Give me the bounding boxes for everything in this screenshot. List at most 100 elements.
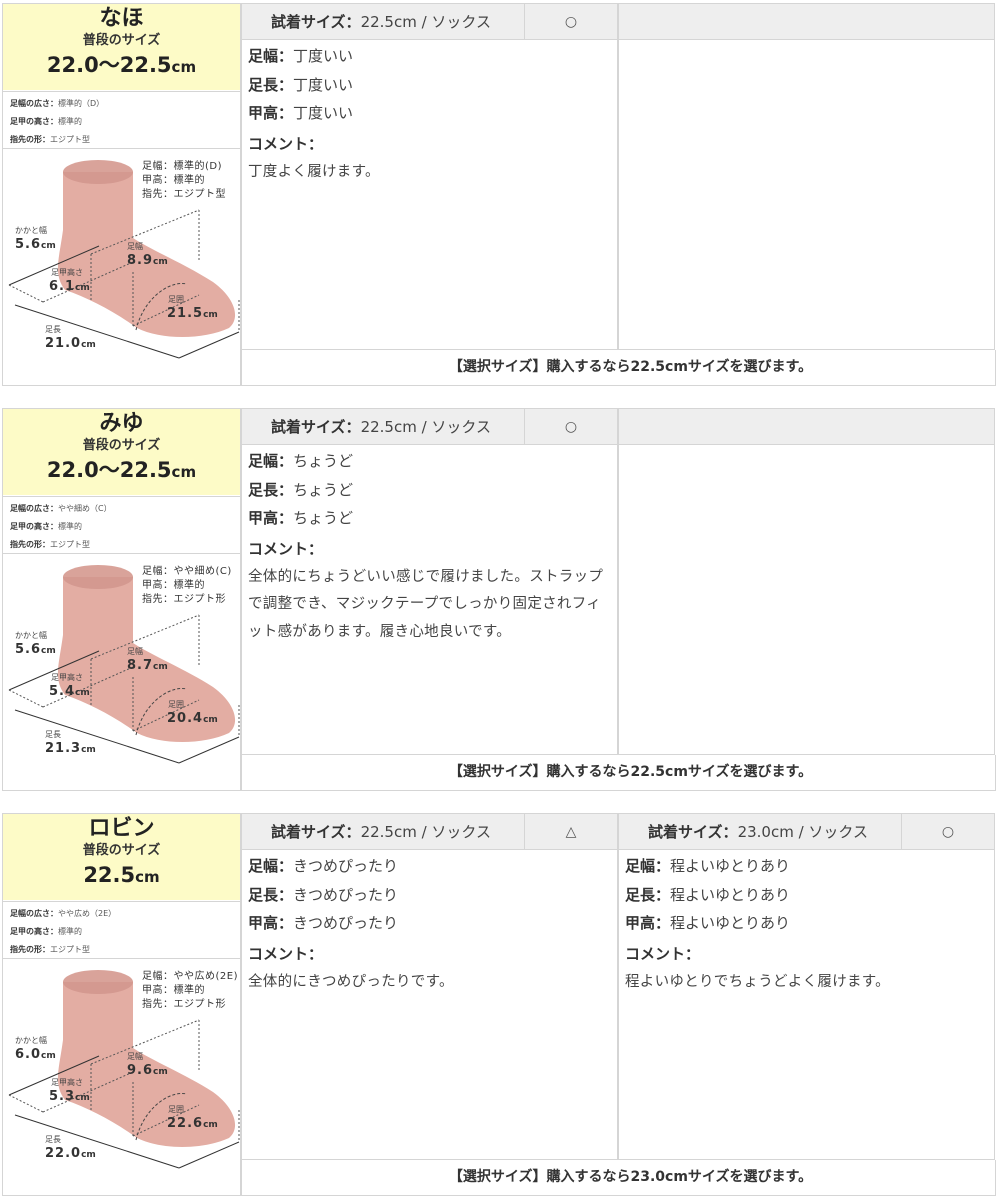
review-block: なほ普段のサイズ 22.0〜22.5cm 足幅の広さ：標準的（D） 足甲の高さ：標準的… — [0, 3, 1000, 388]
review-block: みゆ 普段のサイズ 22.0〜22.5cm 足幅の広さ：やや細め（C） 足甲の高さ：標準… — [0, 408, 1000, 793]
instep-height-value: 5.4cm — [49, 684, 90, 699]
fit-length-row: 足長：程よいゆとりあり — [625, 885, 791, 904]
fit-length-row: 足長：ちょうど — [248, 480, 354, 499]
usual-size-label: 普段のサイズ — [82, 33, 161, 48]
usual-size-value: 22.0〜22.5cm — [46, 458, 197, 482]
trial-panel: 試着サイズ：22.5cm / ソックス △ 足幅：きつめぴったり 足長：きつめぴったり… — [241, 813, 618, 1160]
toe-attribute: 指先の形：エジプト型 — [10, 135, 90, 144]
reviewer-profile: ロビン 普段のサイズ 22.5cm 足幅の広さ：やや広め（2E） 足甲の高さ：標準的 指先… — [2, 813, 241, 1196]
comment-title: コメント： — [248, 944, 324, 963]
foot-summary: 足幅：やや細め(C) 甲高：標準的 指先：エジプト形 — [142, 566, 232, 605]
foot-width-value: 8.9cm — [127, 253, 168, 268]
trial-panel: 試着サイズ：22.5cm / ソックス ○ 足幅：丁度いい 足長：丁度いい 甲高：丁度い… — [241, 3, 618, 350]
fit-width-row: 足幅：ちょうど — [248, 452, 354, 470]
comment-text: 全体的にちょうどいい感じで履けました。ストラップで調整でき、マジックテープでしっ… — [248, 568, 604, 640]
selected-size-verdict: 【選択サイズ】購入するなら22.5cmサイズを選びます。 — [241, 755, 996, 791]
trial-panel — [618, 408, 995, 755]
trial-panel: 試着サイズ：23.0cm / ソックス ○ 足幅：程よいゆとりあり 足長：程よいゆとり… — [618, 813, 995, 1160]
trial-header: 試着サイズ：22.5cm / ソックス ○ — [242, 409, 617, 445]
fit-instep-row: 甲高：丁度いい — [248, 104, 354, 122]
foot-length-label: 足長 — [45, 1135, 61, 1144]
width-attribute: 足幅の広さ：やや細め（C） — [10, 504, 112, 513]
comment-text: 程よいゆとりでちょうどよく履けます。 — [625, 973, 890, 990]
fit-length-row: 足長：丁度いい — [248, 75, 354, 94]
reviewer-name: ロビン — [88, 816, 155, 841]
trial-header: 試着サイズ：22.5cm / ソックス ○ — [242, 4, 617, 40]
instep-attribute: 足甲の高さ：標準的 — [10, 522, 82, 531]
fit-instep-row: 甲高：ちょうど — [248, 509, 354, 527]
girth-label: 足囲 — [168, 1105, 184, 1114]
toe-attribute: 指先の形：エジプト型 — [10, 945, 90, 954]
trial-header — [619, 409, 994, 445]
fit-rating-mark: ○ — [524, 4, 617, 40]
trial-body: 足幅：ちょうど 足長：ちょうど 甲高：ちょうど コメント： 全体的にちょうどいい感じで履… — [242, 447, 617, 646]
foot-measurements: 足幅：標準的(D) 甲高：標準的 指先：エジプト型 かかと幅 5.6cm 足幅 8.9cm 足… — [3, 150, 240, 386]
trial-panel: 試着サイズ：22.5cm / ソックス ○ 足幅：ちょうど 足長：ちょうど 甲高：ちょう… — [241, 408, 618, 755]
trial-header: 試着サイズ：22.5cm / ソックス △ — [242, 814, 617, 850]
comment-title: コメント： — [248, 539, 324, 558]
foot-attributes: 足幅の広さ：やや広め（2E） 足甲の高さ：標準的 指先の形：エジプト型 — [3, 901, 240, 959]
comment-text: 全体的にきつめぴったりです。 — [248, 973, 454, 990]
fit-rating-mark: ○ — [901, 814, 994, 850]
foot-width-label: 足幅 — [127, 647, 143, 656]
instep-attribute: 足甲の高さ：標準的 — [10, 927, 82, 936]
reviewer-header: みゆ 普段のサイズ 22.0〜22.5cm — [3, 409, 240, 495]
trial-body: 足幅：きつめぴったり 足長：きつめぴったり 甲高：きつめぴったり コメント： 全体的にき… — [242, 852, 617, 996]
foot-length-label: 足長 — [45, 730, 61, 739]
foot-width-label: 足幅 — [127, 242, 143, 251]
foot-length-label: 足長 — [45, 325, 61, 334]
foot-attributes: 足幅の広さ：やや細め（C） 足甲の高さ：標準的 指先の形：エジプト型 — [3, 496, 240, 554]
heel-width-label: かかと幅 — [15, 226, 47, 235]
heel-width-value: 5.6cm — [15, 642, 56, 657]
instep-attribute: 足甲の高さ：標準的 — [10, 117, 82, 126]
girth-label: 足囲 — [168, 295, 184, 304]
trial-body: 足幅：丁度いい 足長：丁度いい 甲高：丁度いい コメント： 丁度よく履けます。 — [242, 42, 617, 186]
heel-width-value: 6.0cm — [15, 1047, 56, 1062]
heel-width-value: 5.6cm — [15, 237, 56, 252]
reviewer-header: ロビン 普段のサイズ 22.5cm — [3, 814, 240, 900]
width-attribute: 足幅の広さ：標準的（D） — [10, 99, 105, 108]
usual-size-value: 22.5cm — [83, 863, 160, 887]
girth-label: 足囲 — [168, 700, 184, 709]
foot-length-value: 22.0cm — [45, 1146, 96, 1161]
trial-size: 試着サイズ：22.5cm / ソックス — [271, 823, 491, 841]
fit-rating-mark: ○ — [524, 409, 617, 445]
trial-size: 試着サイズ：22.5cm / ソックス — [271, 13, 491, 31]
usual-size-label: 普段のサイズ — [82, 438, 161, 453]
foot-length-value: 21.0cm — [45, 336, 96, 351]
trial-size: 試着サイズ：23.0cm / ソックス — [648, 823, 868, 841]
instep-height-value: 6.1cm — [49, 279, 90, 294]
heel-width-label: かかと幅 — [15, 631, 47, 640]
foot-width-label: 足幅 — [127, 1052, 143, 1061]
trial-panel — [618, 3, 995, 350]
reviewer-name: なほ — [99, 6, 144, 31]
instep-height-value: 5.3cm — [49, 1089, 90, 1104]
reviewer-header: なほ普段のサイズ 22.0〜22.5cm — [3, 4, 240, 90]
fit-width-row: 足幅：きつめぴったり — [248, 857, 399, 875]
width-attribute: 足幅の広さ：やや広め（2E） — [10, 909, 117, 918]
usual-size-value: 22.0〜22.5cm — [46, 53, 197, 77]
selected-size-verdict: 【選択サイズ】購入するなら23.0cmサイズを選びます。 — [241, 1160, 996, 1196]
foot-length-value: 21.3cm — [45, 741, 96, 756]
foot-measurements: 足幅：やや細め(C) 甲高：標準的 指先：エジプト形かかと幅 5.6cm 足幅 8.7cm… — [3, 555, 240, 791]
trial-header — [619, 4, 994, 40]
instep-height-label: 足甲高さ — [51, 1078, 83, 1087]
toe-attribute: 指先の形：エジプト型 — [10, 540, 90, 549]
instep-height-label: 足甲高さ — [51, 673, 83, 682]
fit-width-row: 足幅：丁度いい — [248, 47, 354, 65]
trial-size: 試着サイズ：22.5cm / ソックス — [271, 418, 491, 436]
trial-body: 足幅：程よいゆとりあり 足長：程よいゆとりあり 甲高：程よいゆとりあり コメント： 程よ… — [619, 852, 994, 996]
foot-summary: 足幅：やや広め(2E) 甲高：標準的 指先：エジプト形 — [142, 971, 238, 1010]
foot-width-value: 8.7cm — [127, 658, 168, 673]
comment-text: 丁度よく履けます。 — [248, 163, 380, 180]
selected-size-verdict: 【選択サイズ】購入するなら22.5cmサイズを選びます。 — [241, 350, 996, 386]
fit-length-row: 足長：きつめぴったり — [248, 885, 399, 904]
girth-value: 22.6cm — [167, 1116, 218, 1131]
trial-header: 試着サイズ：23.0cm / ソックス ○ — [619, 814, 994, 850]
heel-width-label: かかと幅 — [15, 1036, 47, 1045]
comment-title: コメント： — [625, 944, 701, 963]
reviewer-profile: みゆ 普段のサイズ 22.0〜22.5cm 足幅の広さ：やや細め（C） 足甲の高さ：標準… — [2, 408, 241, 791]
foot-measurements: 足幅：やや広め(2E) 甲高：標準的 指先：エジプト形 かかと幅 6.0cm 足幅 9.6c… — [3, 960, 240, 1196]
fit-instep-row: 甲高：程よいゆとりあり — [625, 914, 791, 932]
comment-title: コメント： — [248, 134, 324, 153]
